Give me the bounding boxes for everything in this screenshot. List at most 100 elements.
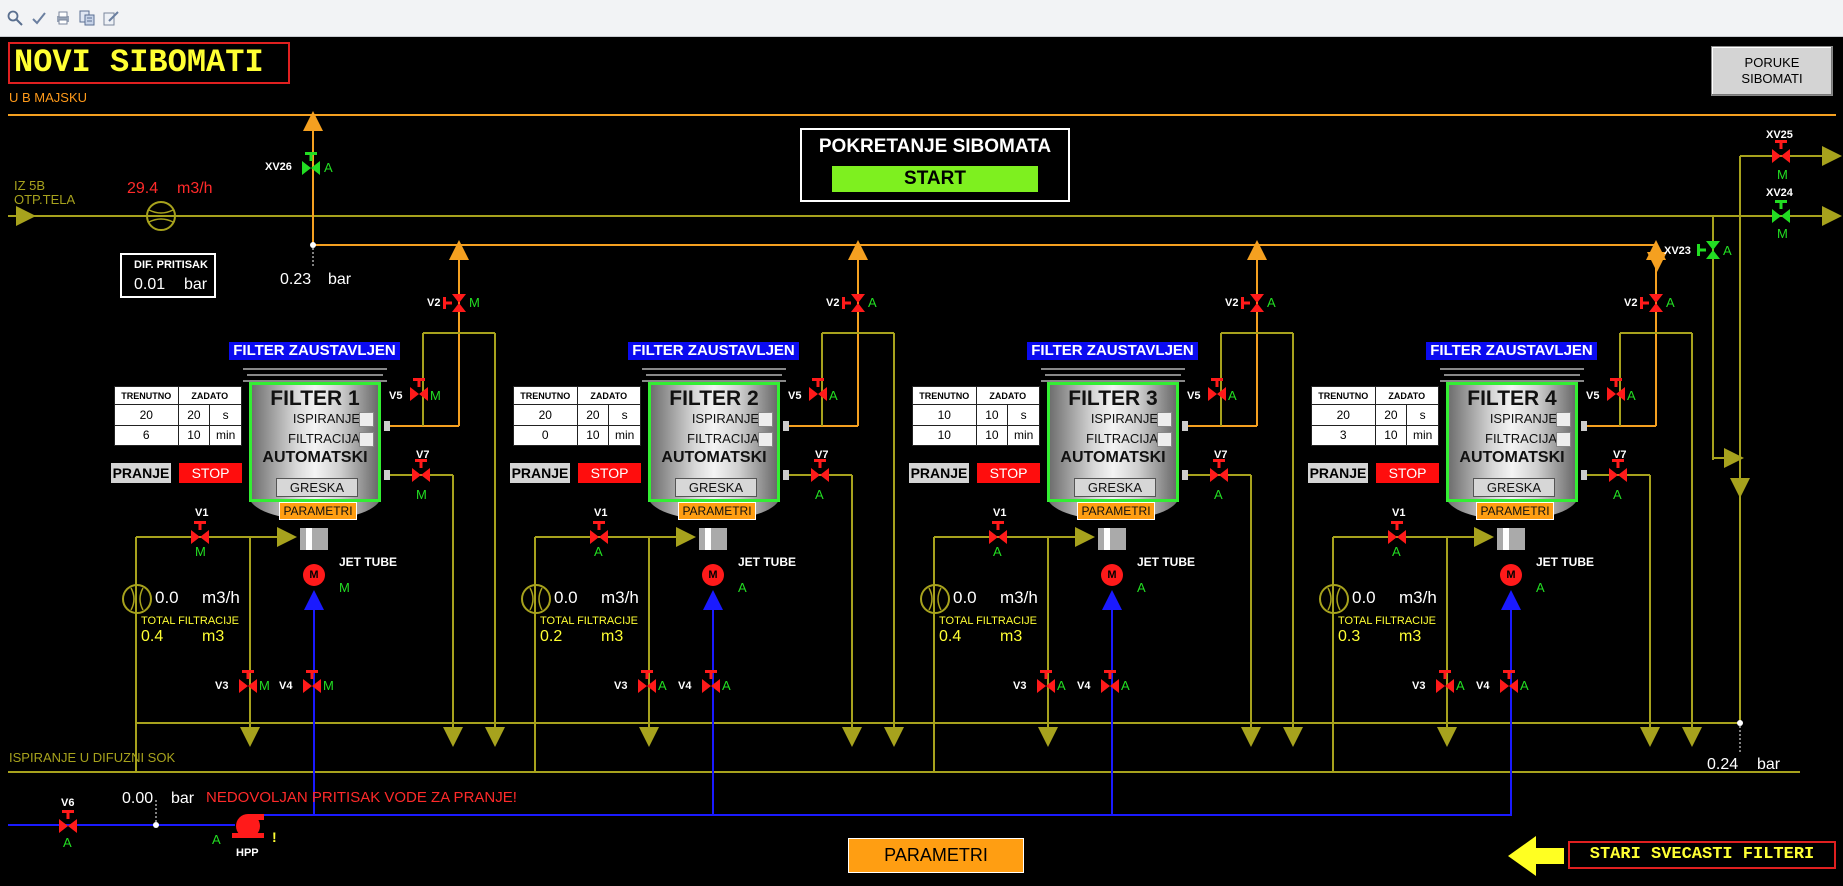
valve-v7-mode: A [1214,487,1223,502]
pranje-button[interactable]: PRANJE [510,463,570,483]
valve-v6-label: V6 [61,797,75,809]
unit-2: min [209,424,242,446]
parametri-filter-button[interactable]: PARAMETRI [279,502,357,520]
filter-flow-unit: m3/h [1399,588,1437,607]
stop-button[interactable]: STOP [179,463,242,483]
subtitle: U B MAJSKU [9,90,88,105]
inlet-flow-unit: m3/h [177,180,213,197]
zadato-value-1[interactable]: 20 [576,404,610,426]
valve-v5-mode: A [1627,388,1636,403]
filter-flow-unit: m3/h [1000,588,1038,607]
unit-1: s [1007,404,1040,426]
pressure-water-value: 0.00 [122,790,154,807]
filter-tank: FILTER 4 ISPIRANJE FILTRACIJA AUTOMATSKI… [1440,368,1584,520]
valve-xv23-label: XV23 [1664,245,1691,257]
valve-v5-label: V5 [1187,390,1201,402]
total-filtracije-label: TOTAL FILTRACIJE [939,615,1037,627]
pranje-button[interactable]: PRANJE [111,463,171,483]
zadato-value-1[interactable]: 10 [975,404,1009,426]
parametri-filter-button[interactable]: PARAMETRI [1077,502,1155,520]
valve-v1-label: V1 [195,507,209,519]
zadato-value-2[interactable]: 10 [975,424,1009,446]
valve-v5-label: V5 [389,390,403,402]
stari-svecasti-filteri-button[interactable]: STARI SVECASTI FILTERI [1568,841,1836,869]
stop-button[interactable]: STOP [578,463,641,483]
zadato-value-2[interactable]: 10 [1374,424,1408,446]
ispiranje-label: ISPIRANJE U DIFUZNI SOK [9,750,176,765]
valve-xv25-label: XV25 [1766,129,1793,141]
zadato-header: ZADATO [975,386,1040,405]
arrow-left-icon[interactable] [1508,836,1564,876]
filtracija-checkbox[interactable] [758,432,773,447]
total-filtracije-value: 0.2 [540,628,563,645]
stop-button[interactable]: STOP [977,463,1040,483]
valve-v4-label: V4 [678,680,692,692]
valve-v1-label: V1 [993,507,1007,519]
filter-flow-value: 0.0 [953,588,977,607]
total-filtracije-unit: m3 [601,628,624,645]
valve-v4-mode: A [1121,678,1130,693]
pump-mode: A [212,832,221,847]
ispiranje-checkbox[interactable] [758,412,773,427]
greska-button[interactable]: GRESKA [1074,478,1156,497]
zadato-value-2[interactable]: 10 [576,424,610,446]
jet-tube-motor[interactable]: M [1101,564,1123,586]
valve-v3-mode: M [259,678,270,693]
total-filtracije-label: TOTAL FILTRACIJE [1338,615,1436,627]
parametri-filter-button[interactable]: PARAMETRI [678,502,756,520]
valve-v2-label: V2 [826,297,840,309]
valve-v3-label: V3 [1412,680,1426,692]
pranje-button[interactable]: PRANJE [909,463,969,483]
filtracija-checkbox[interactable] [359,432,374,447]
zadato-value-1[interactable]: 20 [1374,404,1408,426]
stop-button[interactable]: STOP [1376,463,1439,483]
dif-pressure-label: DIF. PRITISAK [134,259,208,271]
ispiranje-label: ISPIRANJE [1489,411,1557,426]
unit-2: min [1406,424,1439,446]
total-filtracije-unit: m3 [202,628,225,645]
timer-table: TRENUTNO ZADATO 20 20 s 6 10 min [114,386,242,446]
ispiranje-checkbox[interactable] [1556,412,1571,427]
total-filtracije-unit: m3 [1000,628,1023,645]
zadato-value-2[interactable]: 10 [177,424,211,446]
pressure-right-value: 0.24 [1707,756,1739,773]
total-filtracije-unit: m3 [1399,628,1422,645]
pump-alarm: ! [272,829,277,845]
valve-v5-mode: A [829,388,838,403]
trenutno-value-2: 3 [1311,424,1376,446]
valve-v7-label: V7 [815,449,829,461]
valve-v7-mode: A [815,487,824,502]
valve-v3-mode: A [658,678,667,693]
filter-flow-unit: m3/h [601,588,639,607]
jet-tube-motor[interactable]: M [303,564,325,586]
start-button[interactable]: START [832,166,1038,192]
parametri-filter-button[interactable]: PARAMETRI [1476,502,1554,520]
poruke-sibomati-button[interactable]: PORUKE SIBOMATI [1711,46,1833,96]
valve-v4-mode: A [722,678,731,693]
greska-button[interactable]: GRESKA [1473,478,1555,497]
filter-name: FILTER 2 [669,387,759,410]
zadato-value-1[interactable]: 20 [177,404,211,426]
parametri-button[interactable]: PARAMETRI [848,838,1024,873]
trenutno-header: TRENUTNO [513,386,578,405]
filtracija-checkbox[interactable] [1556,432,1571,447]
valve-v7-label: V7 [1214,449,1228,461]
filtracija-checkbox[interactable] [1157,432,1172,447]
trenutno-header: TRENUTNO [114,386,179,405]
ispiranje-checkbox[interactable] [359,412,374,427]
auto-mode-label: AUTOMATSKI [1060,449,1166,466]
motor-mode: A [738,580,747,595]
greska-button[interactable]: GRESKA [675,478,757,497]
valve-v6-mode: A [63,835,72,850]
ispiranje-checkbox[interactable] [1157,412,1172,427]
greska-button[interactable]: GRESKA [276,478,358,497]
filter-flow-value: 0.0 [554,588,578,607]
jet-tube-motor[interactable]: M [702,564,724,586]
pressure-top-unit: bar [328,271,352,288]
jet-tube-motor[interactable]: M [1500,564,1522,586]
inlet-flow-value: 29.4 [127,180,159,197]
dif-pressure-box: DIF. PRITISAK 0.01 bar [120,253,216,298]
start-panel: POKRETANJE SIBOMATA START [800,128,1070,202]
trenutno-value-1: 20 [513,404,578,426]
pranje-button[interactable]: PRANJE [1308,463,1368,483]
